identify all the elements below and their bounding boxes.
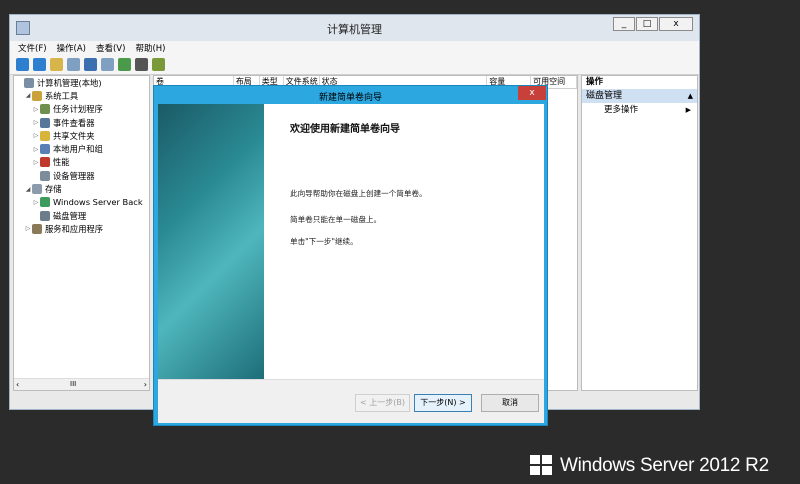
settings-icon[interactable]	[135, 58, 148, 71]
wizard-body: 欢迎使用新建简单卷向导 此向导帮助你在磁盘上创建一个简单卷。 简单卷只能在单一磁…	[158, 104, 544, 379]
actions-header: 操作	[586, 77, 604, 87]
tree-item-label: 性能	[53, 157, 70, 168]
wizard-title-bar[interactable]: 新建简单卷向导 x	[154, 86, 547, 104]
scroll-thumb[interactable]: III	[70, 380, 76, 388]
wizard-title: 新建简单卷向导	[318, 93, 382, 103]
actions-section-label: 磁盘管理	[586, 91, 623, 101]
maximize-button[interactable]: □	[636, 17, 658, 31]
console-tree: 计算机管理(本地) ◢ 系统工具 ▷ 任务计划程序 ▷ 事件查看器 ▷ 共享文件夹 ▷ 本地用户和组…	[13, 75, 150, 391]
toolbar	[10, 55, 699, 75]
wizard-instruction: 单击"下一步"继续。	[290, 237, 358, 246]
storage-icon	[32, 184, 42, 195]
tree-item-label: 磁盘管理	[53, 210, 87, 221]
expand-arrow-icon[interactable]: ▷	[32, 146, 40, 153]
refresh-icon[interactable]	[118, 58, 131, 71]
tree-item[interactable]: ◢ 系统工具	[14, 89, 149, 102]
tree-item-label: 存储	[45, 184, 62, 195]
tree-item[interactable]: ▷ 共享文件夹	[14, 129, 149, 142]
expand-arrow-icon[interactable]: ▷	[24, 225, 32, 232]
more-actions-label: 更多操作	[604, 105, 639, 115]
tree-item-label: 服务和应用程序	[45, 223, 104, 234]
back-icon[interactable]	[16, 58, 29, 71]
tree-item-label: 本地用户和组	[53, 144, 103, 155]
expand-arrow-icon[interactable]: ▷	[32, 199, 40, 206]
up-folder-icon[interactable]	[50, 58, 63, 71]
services-apps-icon	[32, 223, 42, 234]
tree-item[interactable]: ▷ 本地用户和组	[14, 142, 149, 155]
wizard-description: 此向导帮助你在磁盘上创建一个简单卷。	[290, 189, 427, 198]
window-title: 计算机管理	[327, 23, 382, 36]
wizard-banner-image	[158, 104, 264, 379]
tree-item[interactable]: ▷ 服务和应用程序	[14, 222, 149, 235]
actions-pane: 操作 磁盘管理 ▲ 更多操作 ▶	[581, 75, 698, 391]
menu-item[interactable]: 操作(A)	[57, 42, 86, 54]
windows-logo-icon	[530, 455, 554, 477]
expand-arrow-icon[interactable]: ◢	[24, 186, 32, 193]
tree-item[interactable]: ◢ 存储	[14, 182, 149, 195]
minimize-button[interactable]: _	[613, 17, 635, 31]
close-button[interactable]: x	[659, 17, 693, 31]
menu-item[interactable]: 文件(F)	[18, 42, 47, 54]
help-icon[interactable]	[84, 58, 97, 71]
wizard-close-button[interactable]: x	[518, 86, 546, 100]
expand-arrow-icon[interactable]: ▷	[32, 159, 40, 166]
menu-item[interactable]: 查看(V)	[96, 42, 125, 54]
windows-backup-icon	[40, 197, 50, 208]
event-viewer-icon	[40, 117, 50, 128]
tree-item-label: Windows Server Back	[53, 197, 143, 208]
actions-section-disk-management[interactable]: 磁盘管理 ▲	[582, 89, 697, 103]
scroll-left-icon[interactable]: ‹	[16, 380, 19, 389]
submenu-arrow-icon: ▶	[685, 106, 691, 114]
title-bar[interactable]: 计算机管理 _ □ x	[10, 15, 699, 41]
scroll-right-icon[interactable]: ›	[144, 380, 147, 389]
cancel-button[interactable]: 取消	[481, 394, 539, 412]
wizard-note: 简单卷只能在单一磁盘上。	[290, 215, 382, 224]
tree-item[interactable]: 计算机管理(本地)	[14, 76, 149, 89]
expand-arrow-icon[interactable]: ▷	[32, 119, 40, 126]
tree-item-label: 事件查看器	[53, 117, 95, 128]
tree-item-label: 计算机管理(本地)	[37, 77, 102, 88]
tree-item[interactable]: ▷ 事件查看器	[14, 116, 149, 129]
tree-item[interactable]: ▷ Windows Server Back	[14, 196, 149, 209]
tree-item-label: 系统工具	[45, 90, 79, 101]
properties-icon[interactable]	[101, 58, 114, 71]
expand-arrow-icon[interactable]: ▷	[32, 132, 40, 139]
tree-item[interactable]: 设备管理器	[14, 169, 149, 182]
forward-icon[interactable]	[33, 58, 46, 71]
performance-icon	[40, 157, 50, 168]
brand-name: Windows Server 2012 R2	[560, 455, 769, 476]
disk-management-icon	[40, 210, 50, 221]
users-groups-icon	[40, 144, 50, 155]
show-hide-tree-icon[interactable]	[67, 58, 80, 71]
tree-item[interactable]: ▷ 任务计划程序	[14, 103, 149, 116]
tree-item-label: 任务计划程序	[53, 104, 103, 115]
tree-item[interactable]: 磁盘管理	[14, 209, 149, 222]
windows-server-branding: Windows Server 2012 R2	[530, 455, 769, 477]
menu-item[interactable]: 帮助(H)	[135, 42, 165, 54]
tree-item[interactable]: ▷ 性能	[14, 156, 149, 169]
wizard-footer: < 上一步(B) 下一步(N) > 取消	[158, 379, 544, 423]
menu-bar: 文件(F) 操作(A) 查看(V) 帮助(H)	[10, 41, 699, 55]
system-tools-icon	[32, 90, 42, 101]
next-button[interactable]: 下一步(N) >	[414, 394, 472, 412]
export-icon[interactable]	[152, 58, 165, 71]
tree-item-label: 共享文件夹	[53, 130, 95, 141]
window-controls: _ □ x	[613, 17, 693, 31]
new-simple-volume-wizard: 新建简单卷向导 x 欢迎使用新建简单卷向导 此向导帮助你在磁盘上创建一个简单卷。…	[153, 85, 548, 426]
device-manager-icon	[40, 170, 50, 181]
expand-arrow-icon[interactable]: ◢	[24, 92, 32, 99]
computer-management-icon	[24, 77, 34, 88]
back-button[interactable]: < 上一步(B)	[355, 394, 410, 412]
wizard-heading: 欢迎使用新建简单卷向导	[290, 124, 400, 135]
task-scheduler-icon	[40, 104, 50, 115]
more-actions-item[interactable]: 更多操作 ▶	[582, 103, 697, 117]
collapse-up-icon[interactable]: ▲	[688, 89, 693, 103]
tree-item-label: 设备管理器	[53, 170, 95, 181]
expand-arrow-icon[interactable]: ▷	[32, 106, 40, 113]
shared-folders-icon	[40, 130, 50, 141]
tree-horizontal-scrollbar[interactable]: ‹ III ›	[14, 378, 149, 390]
